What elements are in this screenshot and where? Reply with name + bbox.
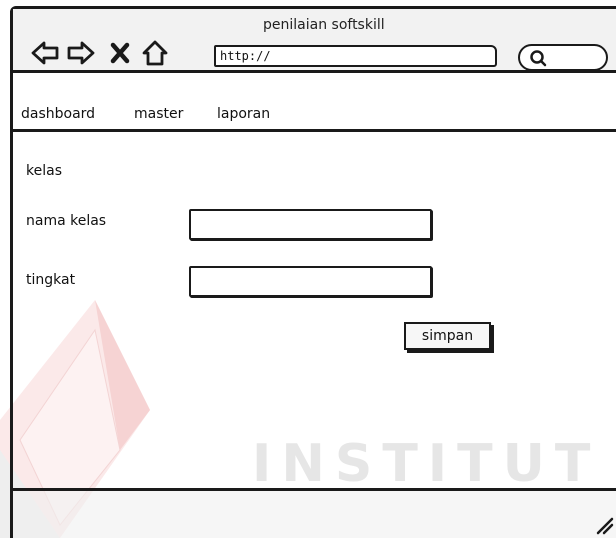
forward-button[interactable] [66,40,96,66]
menu-item-dashboard[interactable]: dashboard [21,106,95,122]
menu-item-laporan[interactable]: laporan [217,106,270,122]
nama-kelas-label: nama kelas [26,213,107,229]
address-bar-input[interactable] [214,45,497,67]
simpan-button[interactable]: simpan [404,322,491,350]
main-menu-bar: dashboard master laporan [13,100,616,132]
screenshot-stage: INSTITUT B penilaian softskill [0,0,616,538]
menu-item-master[interactable]: master [134,106,183,122]
search-icon [530,50,547,67]
window-title: penilaian softskill [263,17,385,33]
home-button[interactable] [140,40,170,66]
back-button[interactable] [30,40,60,66]
stop-button[interactable] [105,40,135,66]
page-title: kelas [26,163,62,179]
tingkat-label: tingkat [26,272,76,288]
arrow-left-icon [31,41,59,65]
home-icon [142,40,168,66]
tingkat-input[interactable] [189,266,432,297]
close-x-icon [110,42,130,64]
search-box[interactable] [518,44,608,71]
arrow-right-icon [67,41,95,65]
browser-status-bar [13,488,616,538]
resize-grip-icon[interactable] [594,515,614,535]
nama-kelas-input[interactable] [189,209,432,240]
